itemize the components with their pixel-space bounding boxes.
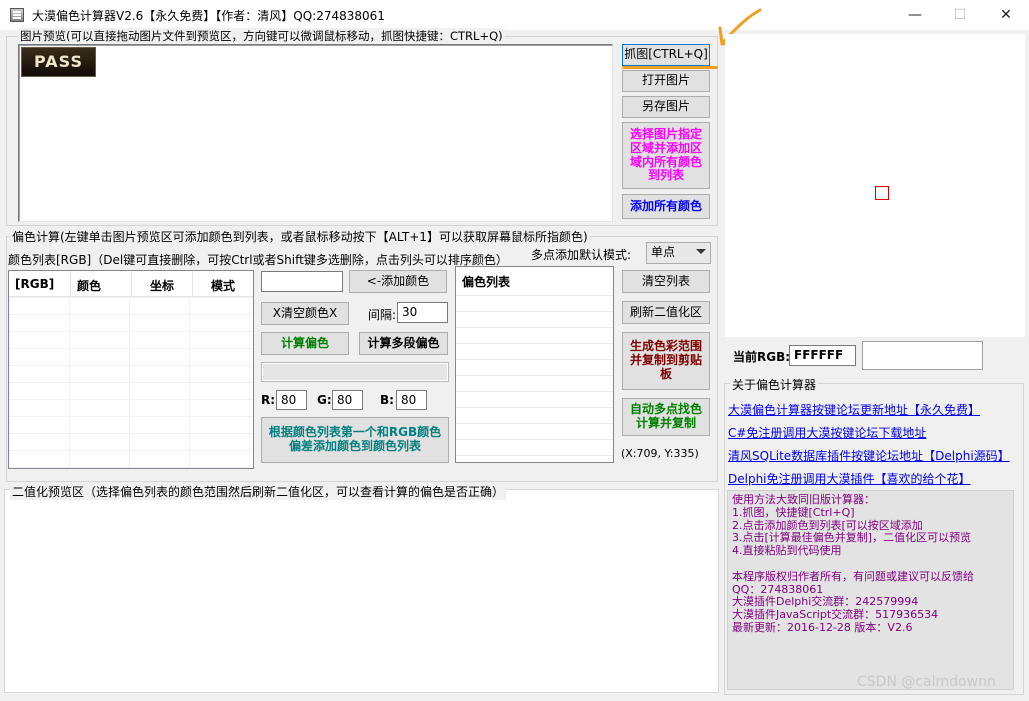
add-by-rgb-button[interactable]: 根据颜色列表第一个和RGB颜色偏差添加颜色到颜色列表 xyxy=(261,417,449,463)
app-icon xyxy=(10,8,24,22)
info-line: 使用方法大致同旧版计算器： xyxy=(732,493,875,506)
clear-list-button[interactable]: 清空列表 xyxy=(622,270,710,293)
multipoint-mode-value: 单点 xyxy=(651,245,676,259)
link-update-address[interactable]: 大漠偏色计算器按键论坛更新地址【永久免费】 xyxy=(728,401,980,418)
info-line: 1.抓图，快捷键[Ctrl+Q] xyxy=(732,505,855,519)
multipoint-mode-label: 多点添加默认模式: xyxy=(531,248,632,262)
open-image-button[interactable]: 打开图片 xyxy=(622,70,710,92)
r-label: R: xyxy=(261,393,276,407)
g-input[interactable]: 80 xyxy=(332,390,363,410)
link-delphi-plugin[interactable]: Delphi免注册调用大漠插件【喜欢的给个花】 xyxy=(728,470,971,487)
binary-preview-area[interactable] xyxy=(4,489,719,693)
info-line: 最新更新：2016-12-28 版本：V2.6 xyxy=(732,620,913,634)
interval-label: 间隔: xyxy=(368,308,397,322)
clear-colors-button[interactable]: X清空颜色X xyxy=(261,302,349,325)
interval-input[interactable]: 30 xyxy=(397,302,448,323)
b-input[interactable]: 80 xyxy=(396,390,427,410)
g-label: G: xyxy=(317,393,332,407)
link-sqlite-plugin[interactable]: 清风SQLite数据库插件按键论坛地址【Delphi源码】 xyxy=(728,447,1010,464)
info-line: 本程序版权归作者所有，有问题或建议可以反馈给 xyxy=(732,569,974,583)
capture-button[interactable]: 抓图[CTRL+Q] xyxy=(622,44,710,66)
generate-range-button[interactable]: 生成色彩范围并复制到剪贴板 xyxy=(622,332,710,390)
column-mode[interactable]: 模式 xyxy=(193,271,253,296)
current-rgb-value[interactable]: FFFFFF xyxy=(789,345,856,366)
binary-group-label: 二值化预览区（选择偏色列表的颜色范围然后刷新二值化区，可以查看计算的偏色是否正确… xyxy=(10,483,507,500)
color-list-label: 颜色列表[RGB]（Del键可直接删除，可按Ctrl或者Shift键多选删除，点… xyxy=(8,253,508,267)
color-list-grid xyxy=(9,297,253,468)
column-color[interactable]: 颜色 xyxy=(71,271,132,296)
pass-badge: PASS xyxy=(21,47,96,77)
window-title: 大漠偏色计算器V2.6【永久免费】【作者：清风】QQ:274838061 xyxy=(32,9,385,23)
offset-color-list[interactable]: 偏色列表 xyxy=(455,266,614,463)
offset-list-header: 偏色列表 xyxy=(462,275,511,289)
annotation-underline xyxy=(622,66,718,69)
offset-list-rows xyxy=(456,295,613,462)
calc-offset-button[interactable]: 计算偏色 xyxy=(261,332,349,355)
refresh-binary-button[interactable]: 刷新二值化区 xyxy=(622,301,710,324)
watermark: CSDN @calmdownn xyxy=(857,674,996,690)
add-all-colors-button[interactable]: 添加所有颜色 xyxy=(622,194,710,219)
info-textbox[interactable]: 使用方法大致同旧版计算器： 1.抓图，快捷键[Ctrl+Q] 2.点击添加颜色到… xyxy=(727,490,1014,690)
about-group-label: 关于偏色计算器 xyxy=(730,376,819,393)
save-image-button[interactable]: 另存图片 xyxy=(622,96,710,118)
image-preview-area[interactable] xyxy=(18,44,613,222)
info-line: 4.直接粘贴到代码使用 xyxy=(732,544,842,558)
multipoint-mode-select[interactable]: 单点 xyxy=(646,242,711,264)
auto-multipoint-button[interactable]: 自动多点找色计算并复制 xyxy=(622,398,710,436)
progress-bar xyxy=(261,362,449,382)
cursor-marker xyxy=(875,186,889,200)
r-input[interactable]: 80 xyxy=(276,390,307,410)
add-color-button[interactable]: <-添加颜色 xyxy=(349,270,447,293)
color-input[interactable] xyxy=(261,271,343,292)
color-list-table[interactable]: [RGB] 颜色 坐标 模式 xyxy=(8,270,254,469)
select-region-button[interactable]: 选择图片指定区域并添加区域内所有颜色到列表 xyxy=(622,122,710,189)
current-rgb-label: 当前RGB: xyxy=(733,350,791,364)
b-label: B: xyxy=(380,393,394,407)
maximize-button[interactable]: ☐ xyxy=(949,4,971,26)
calc-group-label: 偏色计算(左键单击图片预览区可添加颜色到列表，或者鼠标移动按下【ALT+1】可以… xyxy=(10,228,590,245)
column-coord[interactable]: 坐标 xyxy=(132,271,193,296)
link-csharp-download[interactable]: C#免注册调用大漠按键论坛下载地址 xyxy=(728,424,926,441)
current-color-swatch xyxy=(862,341,983,370)
chevron-down-icon xyxy=(696,249,706,254)
info-line xyxy=(732,558,1009,571)
close-button[interactable]: ✕ xyxy=(995,4,1017,26)
calc-multi-offset-button[interactable]: 计算多段偏色 xyxy=(359,332,448,355)
preview-group-label: 图片预览(可以直接拖动图片文件到预览区，方向键可以微调鼠标移动，抓图快捷键：CT… xyxy=(18,28,505,44)
coords-readout: (X:709, Y:335) xyxy=(621,447,699,460)
column-rgb[interactable]: [RGB] xyxy=(9,271,71,296)
minimize-button[interactable]: — xyxy=(904,4,926,26)
